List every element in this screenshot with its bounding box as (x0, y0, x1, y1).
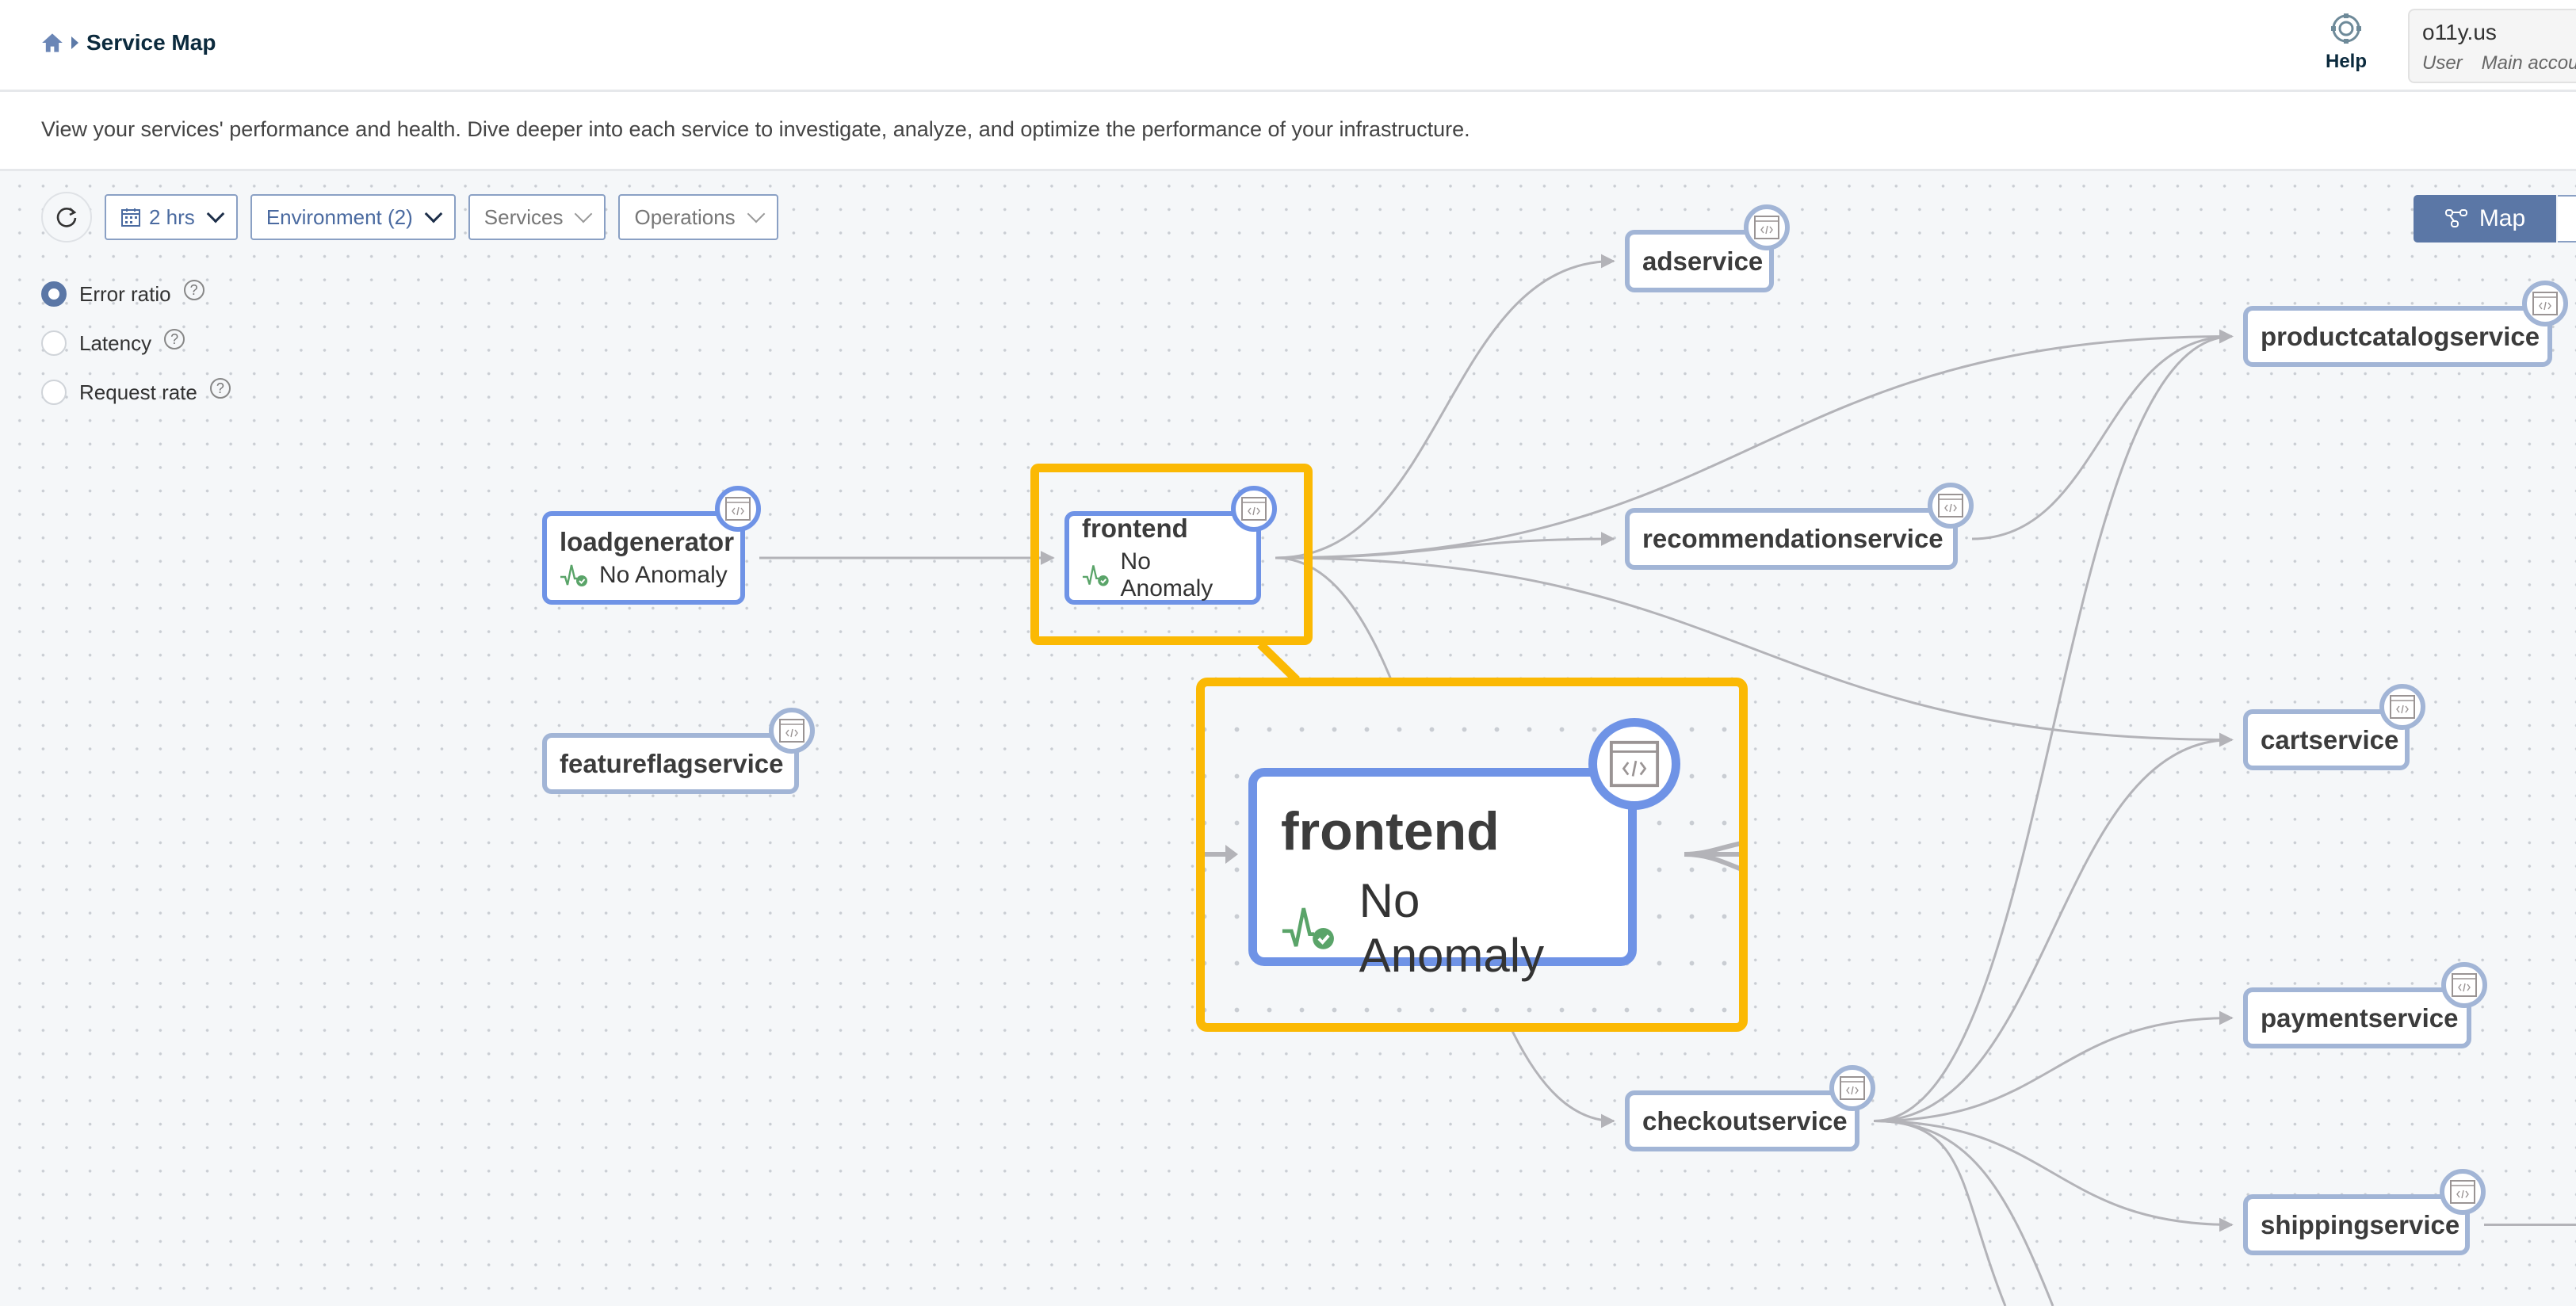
code-window-icon (2532, 292, 2558, 315)
environment-label: Environment (2) (266, 204, 413, 229)
service-node-productcatalogservice[interactable]: productcatalogservice (2243, 281, 2568, 367)
service-type-badge[interactable] (1928, 483, 1974, 529)
operations-dropdown[interactable]: Operations (618, 194, 778, 240)
code-window-icon (1609, 740, 1660, 788)
callout-status-text: No Anomaly (1359, 874, 1545, 982)
help-circle-icon[interactable]: ? (164, 329, 185, 349)
help-button[interactable]: Help (2318, 13, 2374, 73)
radio-request-rate[interactable] (41, 380, 67, 405)
calendar-icon (121, 208, 140, 227)
service-type-badge[interactable] (715, 486, 761, 532)
help-label: Help (2325, 51, 2367, 72)
service-type-badge[interactable] (2522, 281, 2568, 326)
service-node-name: recommendationservice (1642, 524, 1943, 553)
home-icon[interactable] (41, 32, 63, 53)
account-details: User Main account (2422, 52, 2576, 75)
service-node-name: productcatalogservice (2261, 321, 2540, 351)
callout-node-frontend[interactable]: frontend No Anomaly (1248, 768, 1637, 982)
map-view-label: Map (2479, 205, 2526, 231)
service-type-badge[interactable] (1588, 718, 1680, 810)
service-node-name: cartservice (2261, 724, 2399, 754)
time-range-value: 2 hrs (149, 204, 195, 229)
description-bar: View your services' performance and heal… (0, 92, 2576, 171)
service-node-cartservice[interactable]: cartservice (2243, 684, 2425, 770)
code-window-icon (2390, 695, 2415, 719)
metric-option-latency[interactable]: Latency ? (41, 319, 231, 368)
chevron-down-icon (206, 204, 225, 223)
services-dropdown[interactable]: Services (468, 194, 606, 240)
service-node-status: No Anomaly (560, 562, 728, 589)
code-window-icon (2450, 1180, 2475, 1204)
map-view-button[interactable]: Map (2414, 195, 2556, 242)
service-type-badge[interactable] (2440, 1169, 2486, 1215)
code-window-icon (2452, 973, 2477, 997)
account-org: o11y.us (2422, 20, 2497, 44)
help-circle-icon[interactable]: ? (209, 378, 231, 399)
code-window-icon (1754, 216, 1779, 239)
service-node-adservice[interactable]: adservice (1625, 204, 1790, 292)
metric-selector: Error ratio ? Latency ? Request rate ? (41, 269, 231, 417)
anomaly-check-icon (1282, 907, 1334, 949)
service-type-badge[interactable] (1829, 1065, 1875, 1111)
service-type-badge[interactable] (2441, 962, 2487, 1008)
service-node-shippingservice[interactable]: shippingservice (2243, 1169, 2486, 1255)
radio-error-ratio[interactable] (41, 281, 67, 307)
time-range-dropdown[interactable]: 2 hrs (105, 194, 238, 240)
page-title: Service Map (86, 30, 216, 55)
refresh-icon (56, 208, 77, 227)
service-node-recommendationservice[interactable]: recommendationservice (1625, 483, 1974, 570)
service-node-name: adservice (1642, 246, 1764, 276)
list-view-button[interactable] (2558, 195, 2576, 242)
refresh-button[interactable] (41, 192, 92, 242)
top-header: Service Map Help o11y.us User Main accou… (0, 0, 2576, 92)
service-node-name: loadgenerator (560, 527, 735, 556)
chevron-down-icon (424, 204, 443, 223)
service-node-name: paymentservice (2261, 1002, 2459, 1033)
services-label: Services (483, 204, 564, 229)
service-node-name: checkoutservice (1642, 1106, 1848, 1136)
account-type: Main account (2481, 52, 2576, 74)
service-node-name: featureflagservice (560, 748, 784, 778)
code-window-icon (725, 497, 751, 521)
toolbar: 2 hrs Environment (2) Services Operation… (41, 192, 778, 242)
zoom-callout: frontend No Anomaly (1196, 678, 1748, 1032)
callout-node-status: No Anomaly (1281, 873, 1604, 983)
service-node-paymentservice[interactable]: paymentservice (2243, 962, 2487, 1048)
chevron-down-icon (575, 204, 593, 223)
page-description: View your services' performance and heal… (41, 117, 1470, 141)
service-node-checkoutservice[interactable]: checkoutservice (1625, 1065, 1875, 1151)
help-circle-icon[interactable]: ? (183, 280, 204, 300)
metric-label: Error ratio (79, 281, 171, 306)
lifebuoy-icon (2331, 13, 2361, 44)
metric-option-error-ratio[interactable]: Error ratio ? (41, 269, 231, 319)
topology-icon (2444, 209, 2467, 227)
status-text: No Anomaly (599, 562, 728, 588)
chevron-down-icon (747, 204, 765, 223)
metric-label: Latency (79, 330, 152, 355)
code-window-icon (1938, 494, 1963, 517)
service-type-badge[interactable] (1744, 204, 1790, 250)
anomaly-check-icon (560, 564, 587, 586)
account-switcher[interactable]: o11y.us User Main account (2408, 9, 2576, 83)
focus-highlight-frame (1030, 464, 1313, 645)
environment-dropdown[interactable]: Environment (2) (250, 194, 456, 240)
operations-label: Operations (634, 204, 736, 229)
service-type-badge[interactable] (2379, 684, 2425, 730)
breadcrumb: Service Map (41, 30, 216, 55)
service-node-featureflagservice[interactable]: featureflagservice (542, 708, 815, 794)
callout-node-name: frontend (1281, 801, 1500, 861)
service-node-loadgenerator[interactable]: loadgenerator No Anomaly (542, 486, 761, 605)
radio-latency[interactable] (41, 330, 67, 356)
metric-label: Request rate (79, 380, 197, 404)
metric-option-request-rate[interactable]: Request rate ? (41, 368, 231, 417)
code-window-icon (779, 719, 805, 743)
service-node-name: shippingservice (2261, 1209, 2460, 1239)
code-window-icon (1840, 1076, 1865, 1100)
service-type-badge[interactable] (769, 708, 815, 754)
breadcrumb-separator-icon (71, 36, 78, 49)
account-role: User (2422, 52, 2463, 74)
